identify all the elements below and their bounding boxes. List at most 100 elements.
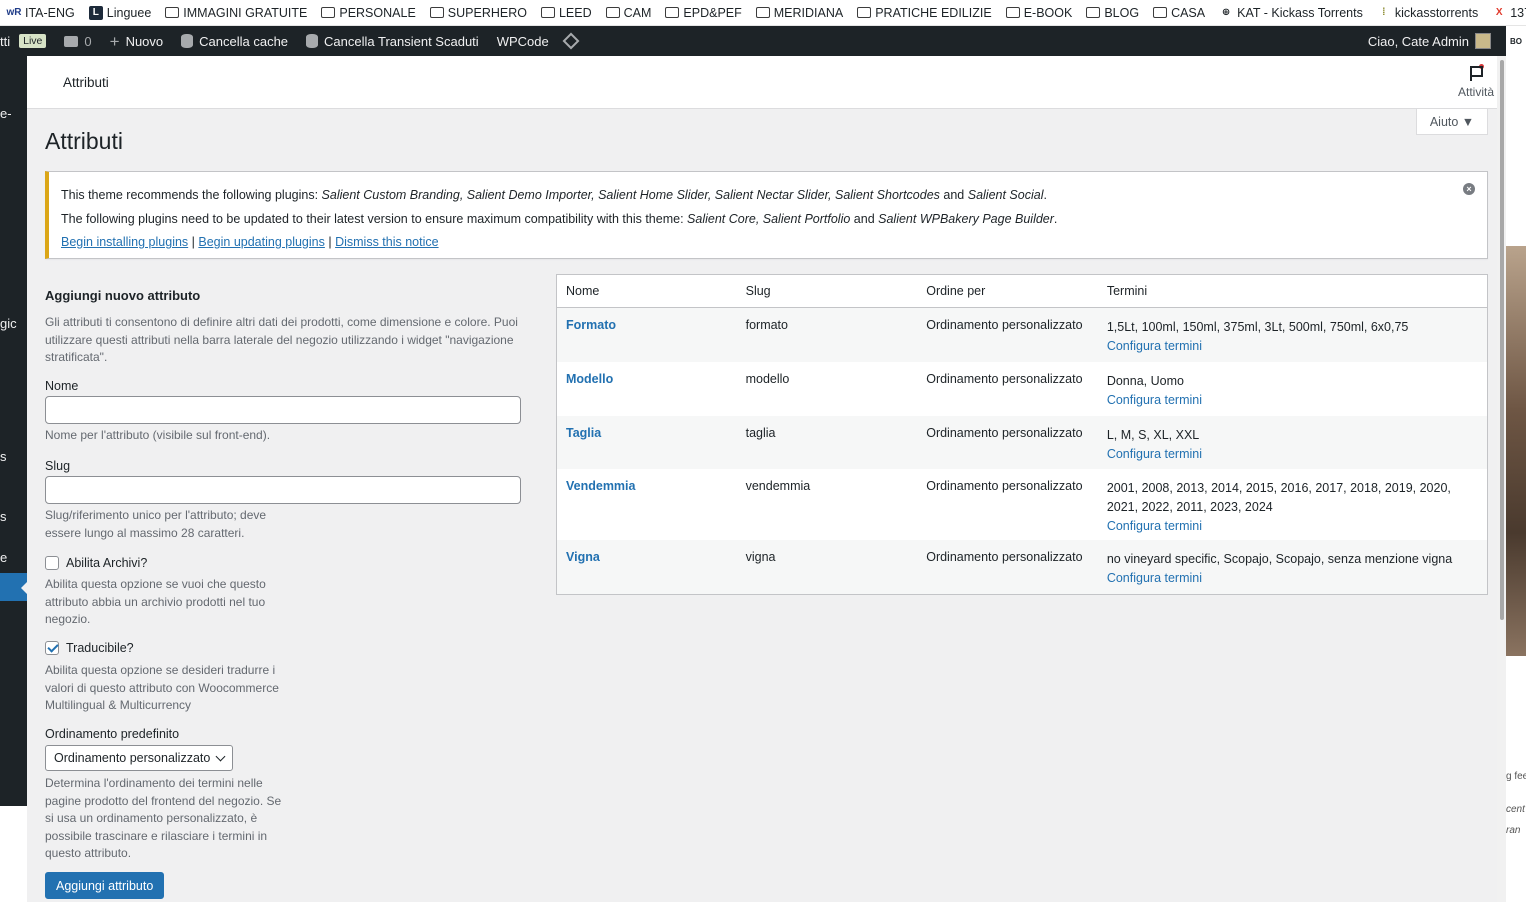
translatable-checkbox[interactable] — [45, 641, 59, 655]
linguee-icon: L — [88, 5, 103, 20]
notice-line-update: The following plugins need to be updated… — [61, 212, 1058, 226]
sidebar-item-fragment[interactable]: gic — [0, 316, 17, 331]
notice-links: Begin installing plugins | Begin updatin… — [61, 235, 439, 249]
sidebar-item-fragment[interactable]: e- — [0, 106, 12, 121]
bookmark-item[interactable]: E-BOOK — [999, 0, 1080, 25]
table-header: Nome Slug Ordine per Termini — [557, 275, 1487, 308]
column-header-slug: Slug — [745, 284, 771, 298]
attribute-slug: modello — [745, 372, 790, 386]
bookmark-item[interactable]: IMMAGINI GRATUITE — [158, 0, 314, 25]
bookmark-item[interactable]: L Linguee — [82, 0, 159, 25]
comment-icon — [64, 35, 79, 47]
bookmark-item[interactable]: BLOG — [1079, 0, 1146, 25]
archives-row: Abilita Archivi? — [45, 556, 147, 570]
order-select[interactable]: Ordinamento personalizzato — [45, 745, 233, 771]
folder-icon — [429, 7, 444, 18]
sidebar-item-fragment[interactable]: s — [0, 509, 7, 524]
attribute-terms: no vineyard specific, Scopajo, Scopajo, … — [1106, 552, 1453, 566]
configure-terms-link[interactable]: Configura termini — [1107, 393, 1479, 407]
slug-label: Slug — [45, 459, 71, 473]
archives-checkbox[interactable] — [45, 556, 59, 570]
diamond-icon — [562, 32, 580, 50]
comments-link[interactable]: 0 — [55, 26, 100, 56]
attribute-terms: L, M, S, XL, XXL — [1106, 428, 1200, 442]
order-help: Determina l'ordinamento dei termini nell… — [45, 776, 282, 860]
form-intro: Gli attributi ti consentono di definire … — [45, 315, 518, 364]
table-row: Vigna vigna Ordinamento personalizzato no v… — [557, 540, 1487, 594]
form-heading: Aggiungi nuovo attributo — [45, 288, 201, 303]
folder-icon — [1153, 7, 1168, 18]
bookmark-item[interactable]: CASA — [1146, 0, 1212, 25]
configure-terms-link[interactable]: Configura termini — [1107, 339, 1479, 353]
plugin-notice: This theme recommends the following plug… — [45, 171, 1488, 259]
database-icon — [181, 34, 194, 48]
name-label: Nome — [45, 379, 79, 393]
bookmark-item[interactable]: ⁞ kickasstorrents — [1370, 0, 1485, 25]
woocommerce-header: Attributi Attività — [27, 56, 1506, 109]
attribute-name-link[interactable]: Taglia — [566, 426, 601, 440]
translatable-help: Abilita questa opzione se desideri tradu… — [45, 663, 279, 712]
attribute-name-link[interactable]: Modello — [566, 372, 613, 386]
configure-terms-link[interactable]: Configura termini — [1107, 447, 1479, 461]
bookmark-item[interactable]: EPD&PEF — [658, 0, 748, 25]
attribute-name-link[interactable]: Formato — [566, 318, 616, 332]
help-tab-button[interactable]: Aiuto ▼ — [1416, 109, 1488, 135]
sidebar-item-active[interactable] — [0, 573, 27, 601]
folder-icon — [857, 7, 872, 18]
sidebar-item-fragment[interactable]: s — [0, 449, 7, 464]
x-icon: X — [1495, 7, 1503, 18]
kat-icon: ⁞ — [1382, 7, 1386, 18]
attribute-slug: formato — [745, 318, 788, 332]
photo-fragment — [1506, 246, 1526, 656]
dismiss-notice-link[interactable]: Dismiss this notice — [335, 235, 439, 249]
attribute-slug: vigna — [745, 550, 776, 564]
attribute-terms: 1,5Lt, 100ml, 150ml, 375ml, 3Lt, 500ml, … — [1106, 320, 1409, 334]
avatar — [1475, 33, 1491, 49]
wr-icon: wR — [6, 7, 22, 18]
configure-terms-link[interactable]: Configura termini — [1107, 571, 1479, 585]
wp-admin-bar: tti Live 0 + Nuovo Cancella cache Cancel… — [0, 26, 1526, 56]
attribute-order: Ordinamento personalizzato — [926, 426, 1083, 440]
bookmark-item[interactable]: PERSONALE — [314, 0, 422, 25]
bookmark-item[interactable]: CAM — [599, 0, 659, 25]
scrollbar-thumb[interactable] — [1500, 60, 1504, 620]
plus-icon: + — [109, 31, 120, 51]
slug-help: Slug/riferimento unico per l'attributo; … — [45, 508, 267, 540]
activity-button[interactable]: Attività — [1456, 64, 1496, 99]
flag-icon — [1467, 64, 1485, 82]
begin-installing-link[interactable]: Begin installing plugins — [61, 235, 188, 249]
begin-updating-link[interactable]: Begin updating plugins — [198, 235, 325, 249]
site-name-link[interactable]: tti — [0, 26, 19, 56]
wpcode-link[interactable]: WPCode — [488, 26, 586, 56]
bookmark-item[interactable]: LEED — [534, 0, 599, 25]
bookmark-item[interactable]: PRATICHE EDILIZIE — [850, 0, 998, 25]
attribute-name-link[interactable]: Vendemmia — [566, 479, 635, 493]
name-input[interactable] — [45, 396, 521, 424]
slug-input[interactable] — [45, 476, 521, 504]
configure-terms-link[interactable]: Configura termini — [1107, 519, 1479, 533]
header-title: Attributi — [63, 75, 109, 90]
bookmark-item[interactable]: ⊕ KAT - Kickass Torrents — [1212, 0, 1370, 25]
table-row: Vendemmia vendemmia Ordinamento personaliz… — [557, 469, 1487, 540]
new-content-link[interactable]: + Nuovo — [101, 26, 173, 56]
table-row: Modello modello Ordinamento personalizzato… — [557, 362, 1487, 416]
attributes-table: Nome Slug Ordine per Termini Formato form… — [556, 274, 1488, 595]
bookmark-item[interactable]: SUPERHERO — [423, 0, 534, 25]
sidebar-item-fragment[interactable]: e — [0, 550, 7, 565]
bookmark-item[interactable]: X1377x Torrent — [1485, 0, 1526, 25]
admin-sidebar: e- gic s s e — [0, 56, 27, 806]
bookmark-item[interactable]: MERIDIANA — [749, 0, 850, 25]
close-icon[interactable]: × — [1463, 183, 1475, 195]
attribute-name-link[interactable]: Vigna — [566, 550, 600, 564]
live-badge[interactable]: Live — [19, 26, 55, 56]
attribute-slug: taglia — [745, 426, 776, 440]
add-attribute-button[interactable]: Aggiungi attributo — [45, 872, 165, 899]
clear-transients-link[interactable]: Cancella Transient Scaduti — [297, 26, 488, 56]
column-header-terms: Termini — [1106, 284, 1148, 298]
clear-cache-link[interactable]: Cancella cache — [172, 26, 297, 56]
archives-help: Abilita questa opzione se vuoi che quest… — [45, 577, 266, 626]
folder-icon — [755, 7, 770, 18]
bookmark-item[interactable]: wR ITA-ENG — [0, 0, 82, 25]
attribute-order: Ordinamento personalizzato — [926, 479, 1083, 493]
my-account-link[interactable]: Ciao, Cate Admin — [1359, 26, 1500, 56]
